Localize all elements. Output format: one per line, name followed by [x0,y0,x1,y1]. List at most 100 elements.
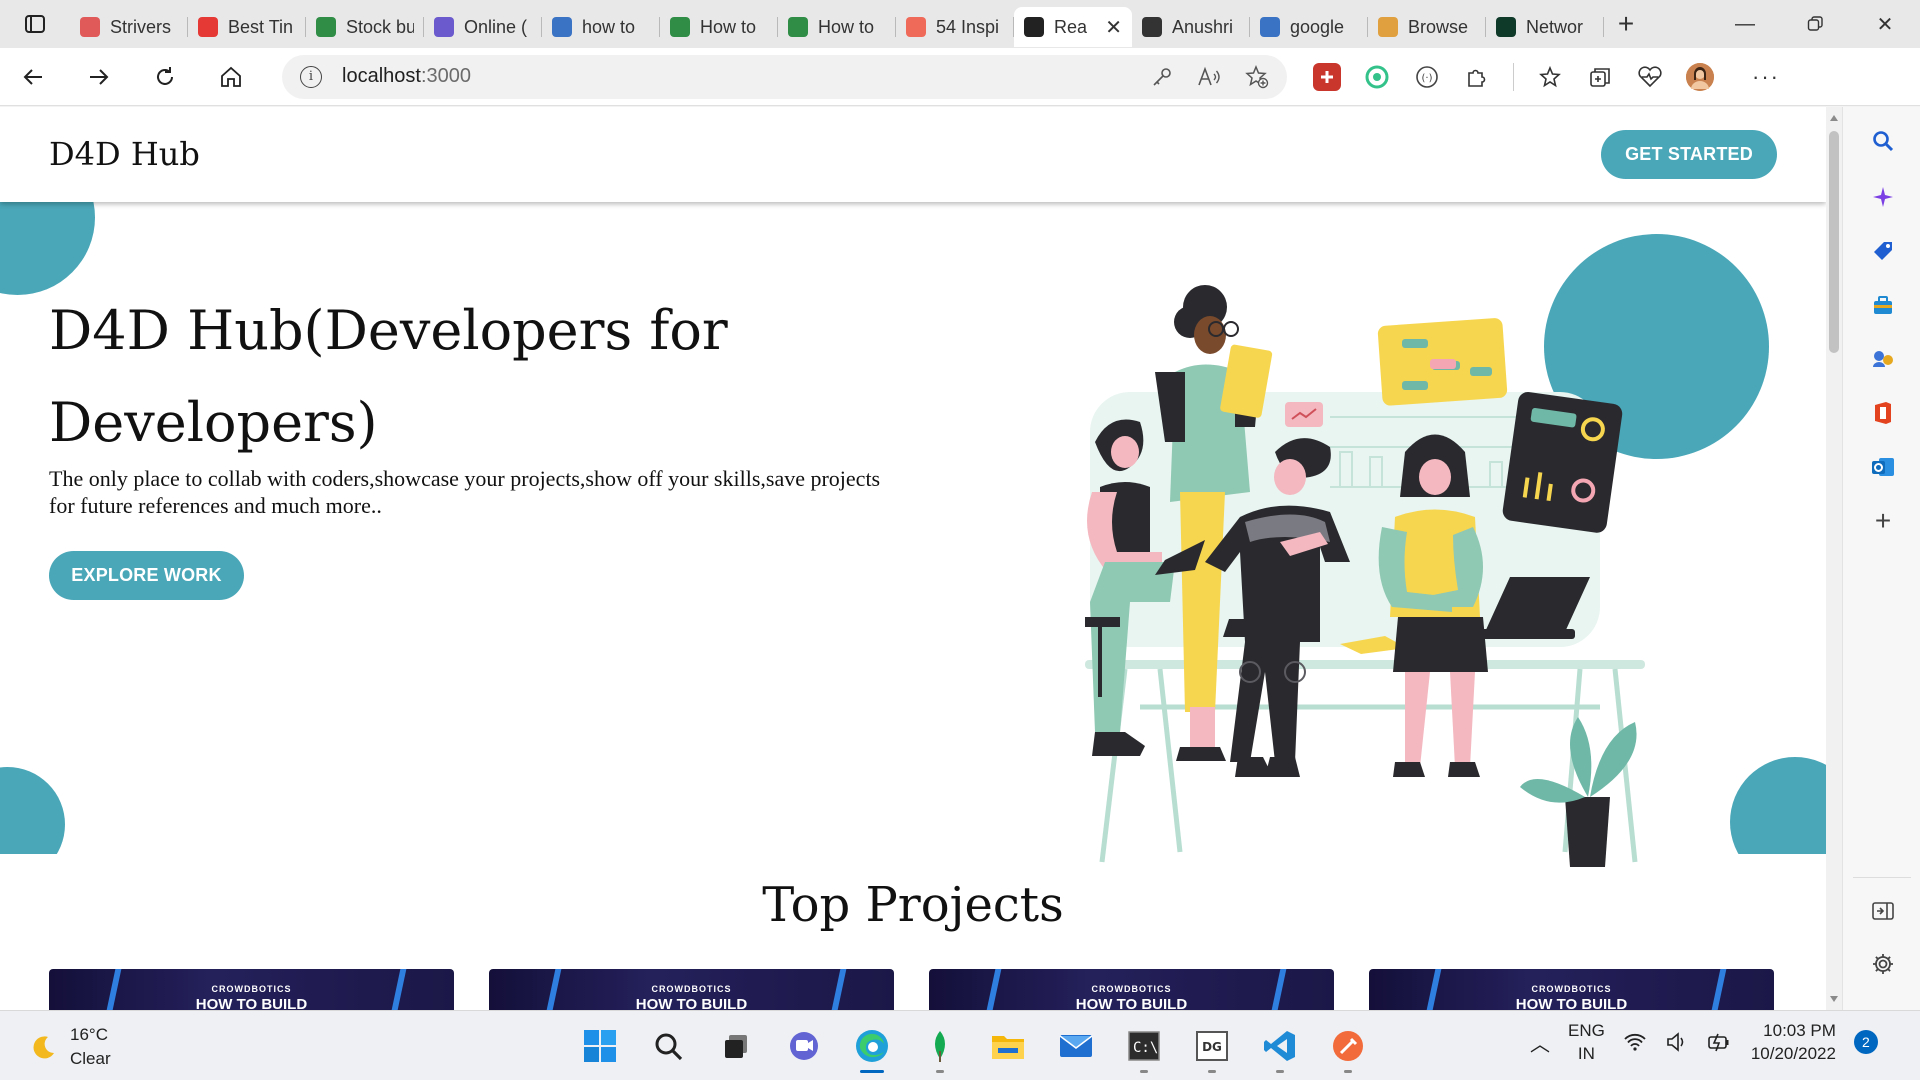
project-card[interactable]: CROWDBOTICS HOW TO BUILD [929,969,1334,1010]
add-favorite-icon[interactable] [1245,64,1269,89]
wifi-icon[interactable] [1623,1032,1647,1052]
teams-chat[interactable] [778,1021,830,1071]
extension-red-icon[interactable] [1313,62,1341,91]
browser-tab[interactable]: Browse [1368,7,1486,47]
volume-icon[interactable] [1665,1031,1689,1053]
settings-more-button[interactable]: ··· [1752,64,1780,90]
site-brand[interactable]: D4D Hub [49,135,200,173]
notification-badge[interactable]: 2 [1853,1030,1878,1054]
restore-button[interactable] [1780,0,1850,48]
sidebar-outlook-icon[interactable] [1869,453,1897,481]
top-projects-heading: Top Projects [762,877,1064,933]
clock-time: 10:03 PM [1763,1021,1836,1040]
mail-app[interactable] [1050,1021,1102,1071]
tab-label: Best Tin [228,16,294,37]
edge-taskbar[interactable] [846,1021,898,1073]
tab-label: how to [582,16,636,37]
project-card[interactable]: CROWDBOTICS HOW TO BUILD [489,969,894,1010]
browser-tab[interactable]: how to [542,7,660,47]
browser-tab[interactable]: Rea ✕ [1014,7,1132,47]
file-explorer[interactable] [982,1021,1034,1071]
edge-icon [856,1030,888,1062]
browser-tab[interactable]: Best Tin [188,7,306,47]
browser-tab[interactable]: How to [660,7,778,47]
sidebar-copilot-icon[interactable] [1869,183,1897,211]
address-bar[interactable]: i localhost:3000 [282,54,1287,99]
browser-essentials-icon[interactable] [1636,63,1664,91]
battery-charging-icon[interactable] [1707,1031,1733,1053]
refresh-button[interactable] [132,48,198,106]
sidebar-add-icon[interactable]: + [1869,505,1897,536]
start-button[interactable] [574,1021,626,1071]
sidebar-tools-icon[interactable] [1869,291,1897,319]
svg-text:(·): (·) [1422,73,1433,84]
page-scrollbar[interactable] [1826,107,1842,1010]
project-card[interactable]: CROWDBOTICS HOW TO BUILD [49,969,454,1010]
browser-tab[interactable]: Anushri [1132,7,1250,47]
home-button[interactable] [198,48,264,106]
url-text[interactable]: localhost:3000 [342,65,471,88]
minimize-button[interactable]: — [1710,0,1780,48]
forward-button[interactable] [66,48,132,106]
mongodb-compass[interactable] [914,1021,966,1073]
terminal-app[interactable]: C:\ [1118,1021,1170,1073]
key-icon[interactable] [1151,66,1173,88]
clock[interactable]: 10:03 PM 10/20/2022 [1751,1019,1836,1065]
get-started-button[interactable]: GET STARTED [1601,130,1777,179]
browser-tab[interactable]: Strivers [70,7,188,47]
gfg-icon [670,17,690,37]
sidebar-shopping-icon[interactable] [1869,237,1897,265]
sidebar-office-icon[interactable] [1869,399,1897,427]
tuf-icon [80,17,100,37]
read-aloud-icon[interactable] [1197,66,1221,88]
postman-app[interactable] [1322,1021,1374,1073]
bolt-icon [434,17,454,37]
weather-widget[interactable]: 16°C Clear [30,1023,111,1071]
tab-label: Browse [1408,16,1469,37]
show-hidden-icons-chevron-icon[interactable]: ︿ [1530,1028,1550,1057]
site-info-icon[interactable]: i [300,65,322,88]
collections-icon[interactable] [1586,63,1614,91]
tab-label: How to [700,16,757,37]
project-card[interactable]: CROWDBOTICS HOW TO BUILD [1369,969,1774,1010]
explore-work-button[interactable]: EXPLORE WORK [49,551,244,600]
browser-tab[interactable]: google [1250,7,1368,47]
close-window-button[interactable]: ✕ [1850,0,1920,48]
favorites-icon[interactable] [1536,63,1564,91]
extensions-puzzle-icon[interactable] [1463,63,1491,91]
scroll-down-arrow[interactable] [1830,996,1838,1002]
browser-tab[interactable]: Stock bu [306,7,424,47]
sidebar-hide-icon[interactable] [1869,897,1897,925]
system-tray: ︿ ENG IN 10:03 PM 10/20/2022 2 [1530,1019,1878,1065]
new-tab-button[interactable]: + [1604,4,1648,44]
sidebar-settings-icon[interactable] [1869,950,1897,978]
refresh-icon [157,66,173,85]
browser-tab[interactable]: Networ [1486,7,1604,47]
back-button[interactable] [0,48,66,106]
hero-subtitle: The only place to collab with coders,sho… [49,466,881,518]
extension-code-icon[interactable]: (·) [1413,63,1441,91]
dbeaver-app[interactable]: DG [1186,1021,1238,1073]
browser-tab[interactable]: 54 Inspi [896,7,1014,47]
language-indicator[interactable]: ENG IN [1568,1019,1605,1065]
folder-icon [992,1036,1024,1059]
taskbar-search[interactable] [642,1021,694,1071]
tab-actions-button[interactable] [0,0,70,48]
card-title: HOW TO BUILD [635,996,748,1010]
scroll-thumb[interactable] [1829,131,1839,353]
scroll-up-arrow[interactable] [1830,115,1838,121]
task-view[interactable] [710,1021,762,1071]
svg-text:C:\: C:\ [1133,1040,1158,1056]
tab-label: google [1290,16,1345,37]
tab-label: 54 Inspi [936,16,1000,37]
page-viewport: D4D Hub GET STARTED D4D Hub(Developers f… [0,107,1826,1010]
vscode-app[interactable] [1254,1021,1306,1073]
browser-tab[interactable]: Online ( [424,7,542,47]
sidebar-games-icon[interactable] [1869,345,1897,373]
search-icon [1260,17,1280,37]
sidebar-search-icon[interactable] [1869,127,1897,155]
profile-avatar[interactable] [1686,62,1714,91]
close-tab-icon[interactable]: ✕ [1105,15,1122,40]
browser-tab[interactable]: How to [778,7,896,47]
extension-ring-icon[interactable] [1363,63,1391,91]
